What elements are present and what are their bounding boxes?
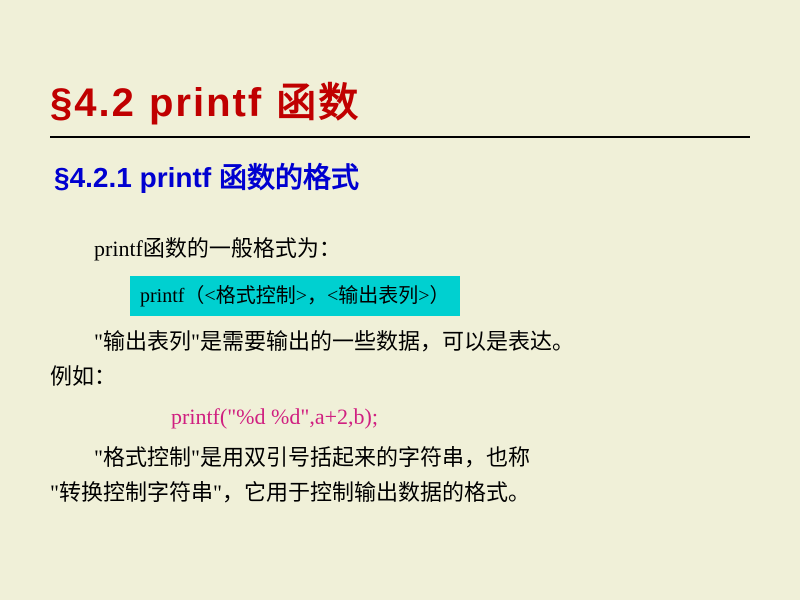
- section-heading: §4.2 printf 函数: [50, 70, 750, 138]
- syntax-highlight: printf（<格式控制>，<输出表列>）: [130, 276, 460, 316]
- body-paragraph: 例如：: [50, 359, 750, 394]
- body-paragraph: "输出表列"是需要输出的一些数据，可以是表达。: [50, 324, 750, 359]
- code-example: printf("%d %d",a+2,b);: [171, 399, 750, 434]
- body-paragraph: printf函数的一般格式为：: [50, 231, 750, 266]
- body-paragraph: "转换控制字符串"，它用于控制输出数据的格式。: [50, 475, 750, 510]
- subsection-heading: §4.2.1 printf 函数的格式: [50, 156, 750, 196]
- body-paragraph: "格式控制"是用双引号括起来的字符串，也称: [50, 440, 750, 475]
